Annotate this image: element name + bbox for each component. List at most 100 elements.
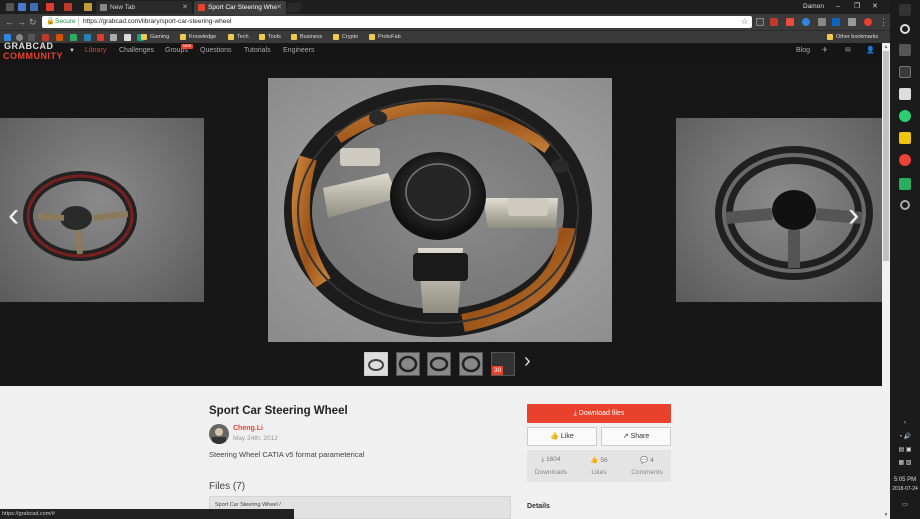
nav-blog[interactable]: Blog xyxy=(796,43,810,59)
scroll-down-icon[interactable]: ▼ xyxy=(882,511,890,519)
profile-name[interactable]: Damon xyxy=(803,0,824,14)
reload-icon[interactable]: ↻ xyxy=(29,16,37,28)
scroll-up-icon[interactable]: ▲ xyxy=(882,43,890,51)
taskbar-app-icon[interactable] xyxy=(899,88,911,100)
bookmark-icon[interactable] xyxy=(124,34,131,41)
image-gallery: ‹ › 30 › xyxy=(0,64,882,386)
pinned-tab-icon[interactable] xyxy=(64,3,72,11)
extension-icon[interactable] xyxy=(770,18,778,26)
user-icon[interactable]: 👤 xyxy=(866,43,875,59)
file-path[interactable]: Sport Car Steering Wheel / xyxy=(215,502,281,508)
notifications-icon[interactable]: ▭ xyxy=(890,501,920,508)
network-icon[interactable]: ◔ 🔊 xyxy=(890,433,920,440)
thumbnail-3d-view[interactable]: 30 xyxy=(491,352,515,376)
bookmark-icon[interactable] xyxy=(28,34,35,41)
bookmark-star-icon[interactable]: ☆ xyxy=(741,16,748,28)
restore-icon[interactable]: ❐ xyxy=(854,0,860,14)
tray-icons[interactable]: ▤ ▣ xyxy=(890,446,920,453)
browser-toolbar: ← → ↻ 🔒 Secure https://grabcad.com/libra… xyxy=(0,14,890,30)
tray-icons[interactable]: ▦ ▧ xyxy=(890,459,920,466)
thumbnail[interactable] xyxy=(459,352,483,376)
thumbnail[interactable] xyxy=(396,352,420,376)
cortana-icon[interactable] xyxy=(900,24,910,34)
youtube-tab-icon[interactable] xyxy=(46,3,54,11)
extension-icon[interactable] xyxy=(786,18,794,26)
logo-community[interactable]: COMMUNITY xyxy=(3,51,63,61)
bookmark-icon[interactable] xyxy=(97,34,104,41)
bookmark-icon[interactable] xyxy=(56,34,63,41)
back-icon[interactable]: ← xyxy=(5,16,14,28)
bookmark-icon[interactable] xyxy=(16,34,23,41)
forward-icon[interactable]: → xyxy=(17,16,26,28)
bookmark-icon[interactable] xyxy=(70,34,77,41)
rocket-icon[interactable]: ✈ xyxy=(822,43,828,59)
close-tab-icon[interactable]: ✕ xyxy=(182,1,188,14)
wechat-icon[interactable] xyxy=(899,110,911,122)
linkedin-icon[interactable] xyxy=(832,18,840,26)
thumbnail[interactable] xyxy=(427,352,451,376)
new-tab-button[interactable] xyxy=(285,3,303,12)
minimize-icon[interactable]: – xyxy=(836,0,840,14)
nav-tutorials[interactable]: Tutorials xyxy=(244,43,271,59)
chrome-icon[interactable] xyxy=(899,154,911,166)
bookmark-icon[interactable] xyxy=(4,34,11,41)
main-preview-image[interactable] xyxy=(268,78,612,342)
stat-comments: 💬 4 Comments xyxy=(623,450,671,482)
share-button[interactable]: ↗ Share xyxy=(601,427,671,446)
close-tab-icon[interactable]: ✕ xyxy=(276,1,282,14)
bookmark-icon[interactable] xyxy=(42,34,49,41)
nav-challenges[interactable]: Challenges xyxy=(119,43,154,59)
bookmark-icon[interactable] xyxy=(84,34,91,41)
file-explorer-icon[interactable] xyxy=(899,132,911,144)
bookmark-icon[interactable] xyxy=(110,34,117,41)
tab-new-tab[interactable]: New Tab ✕ xyxy=(96,1,192,14)
stat-value: 1604 xyxy=(546,456,561,463)
pinned-tab-icon[interactable] xyxy=(18,3,26,11)
extension-icon[interactable] xyxy=(864,18,872,26)
pinned-tab-icon[interactable] xyxy=(30,3,38,11)
gallery-prev-arrow-icon[interactable]: ‹ xyxy=(8,198,19,232)
steering-wheel-render-red xyxy=(23,171,137,261)
photos-icon[interactable] xyxy=(899,178,911,190)
download-label: Download files xyxy=(578,410,625,417)
clock-time[interactable]: 5:05 PM xyxy=(890,477,920,483)
extension-icon[interactable] xyxy=(818,18,826,26)
download-files-button[interactable]: ⤓ Download files xyxy=(527,404,671,423)
close-window-icon[interactable]: ✕ xyxy=(872,0,878,14)
share-icon: ↗ xyxy=(622,433,629,440)
avatar[interactable] xyxy=(209,424,229,444)
bookmarks-bar: Gaming Knowledge Tech Tools Business Cry… xyxy=(0,30,890,43)
steering-wheel-render-main xyxy=(284,85,592,337)
tab-sport-car-steering-wheel[interactable]: Sport Car Steering Whe ✕ xyxy=(194,1,286,14)
thumbnail-next-arrow-icon[interactable]: › xyxy=(524,350,531,373)
model-title: Sport Car Steering Wheel xyxy=(209,405,348,417)
address-bar[interactable]: 🔒 Secure https://grabcad.com/library/spo… xyxy=(42,16,752,28)
like-button[interactable]: 👍 Like xyxy=(527,427,597,446)
author-link[interactable]: Cheng.Li xyxy=(233,425,263,432)
gallery-next-arrow-icon[interactable]: › xyxy=(848,198,859,232)
thumbnail[interactable] xyxy=(364,352,388,376)
page-scrollbar[interactable]: ▲ ▼ xyxy=(882,43,890,519)
chevron-up-icon[interactable]: ‹ xyxy=(890,420,920,426)
nav-library[interactable]: Library xyxy=(85,43,106,59)
stat-label: Likes xyxy=(591,469,607,476)
extension-icon[interactable] xyxy=(756,18,764,26)
menu-kebab-icon[interactable]: ⋮ xyxy=(879,16,888,28)
extension-icon[interactable] xyxy=(802,18,810,26)
pinned-tab-icon[interactable] xyxy=(84,3,92,11)
nav-engineers[interactable]: Engineers xyxy=(283,43,315,59)
taskbar-app-icon[interactable] xyxy=(900,200,910,210)
extension-icon[interactable] xyxy=(848,18,856,26)
clock-date[interactable]: 2018-07-24 xyxy=(890,486,920,492)
logo-grabcad[interactable]: GRABCAD xyxy=(4,41,54,51)
previous-preview-image[interactable] xyxy=(0,118,204,302)
mail-icon[interactable]: ✉ xyxy=(845,43,851,59)
app-icon[interactable] xyxy=(6,3,14,11)
nav-questions[interactable]: Questions xyxy=(200,43,232,59)
taskbar-app-icon[interactable] xyxy=(899,66,911,78)
stat-likes: 👍 56 Likes xyxy=(575,450,623,482)
scroll-thumb[interactable] xyxy=(883,51,889,261)
start-icon[interactable] xyxy=(899,4,911,16)
task-view-icon[interactable] xyxy=(899,44,911,56)
chevron-down-icon[interactable]: ▼ xyxy=(69,48,75,54)
